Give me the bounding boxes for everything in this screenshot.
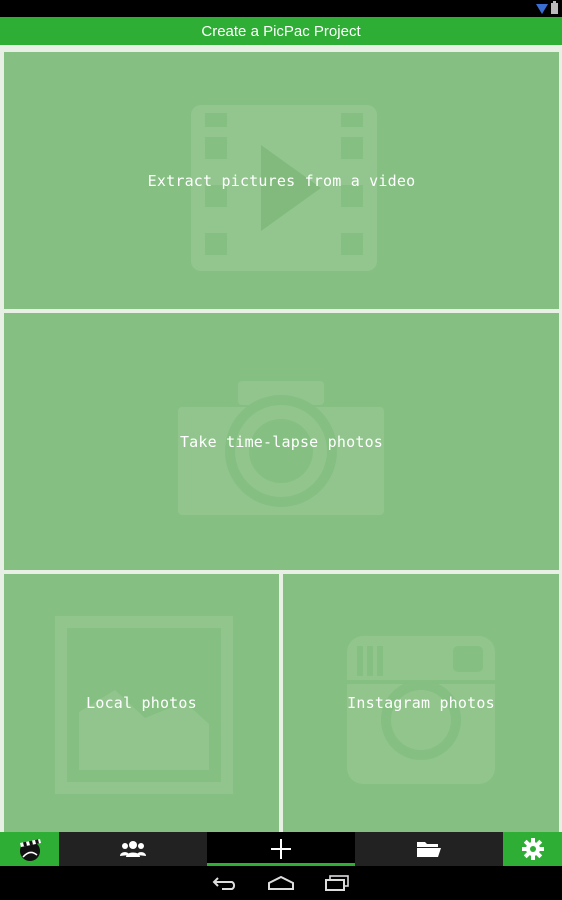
instagram-photos-tile[interactable]: Instagram photos (283, 574, 559, 832)
plus-icon (271, 839, 291, 859)
tile-label: Instagram photos (347, 694, 495, 712)
nav-create[interactable] (207, 832, 355, 866)
status-bar (0, 0, 562, 17)
recent-apps-button[interactable] (312, 866, 362, 900)
local-photos-tile[interactable]: Local photos (4, 574, 279, 832)
bottom-nav (0, 832, 562, 866)
back-icon (212, 877, 236, 890)
nav-settings[interactable] (503, 832, 562, 866)
page-title: Create a PicPac Project (201, 22, 361, 40)
signal-icon (536, 3, 548, 14)
home-button[interactable] (256, 866, 306, 900)
extract-from-video-tile[interactable]: Extract pictures from a video (4, 52, 559, 309)
tile-label: Local photos (86, 694, 197, 712)
time-lapse-tile[interactable]: Take time-lapse photos (4, 313, 559, 570)
project-options: Extract pictures from a video Take time-… (0, 45, 562, 832)
battery-icon (551, 1, 558, 14)
tile-label: Take time-lapse photos (179, 432, 384, 451)
app-header: Create a PicPac Project (0, 17, 562, 45)
nav-community[interactable] (59, 832, 207, 866)
nav-projects[interactable] (0, 832, 59, 866)
people-icon (120, 841, 146, 857)
tile-label: Extract pictures from a video (147, 171, 416, 190)
back-button[interactable] (200, 866, 250, 900)
nav-files[interactable] (355, 832, 503, 866)
recent-apps-icon (325, 875, 349, 891)
folder-icon (417, 842, 441, 857)
system-nav-bar (0, 866, 562, 900)
clapperboard-icon (19, 839, 41, 861)
gear-icon (521, 838, 544, 860)
home-icon (268, 875, 294, 890)
